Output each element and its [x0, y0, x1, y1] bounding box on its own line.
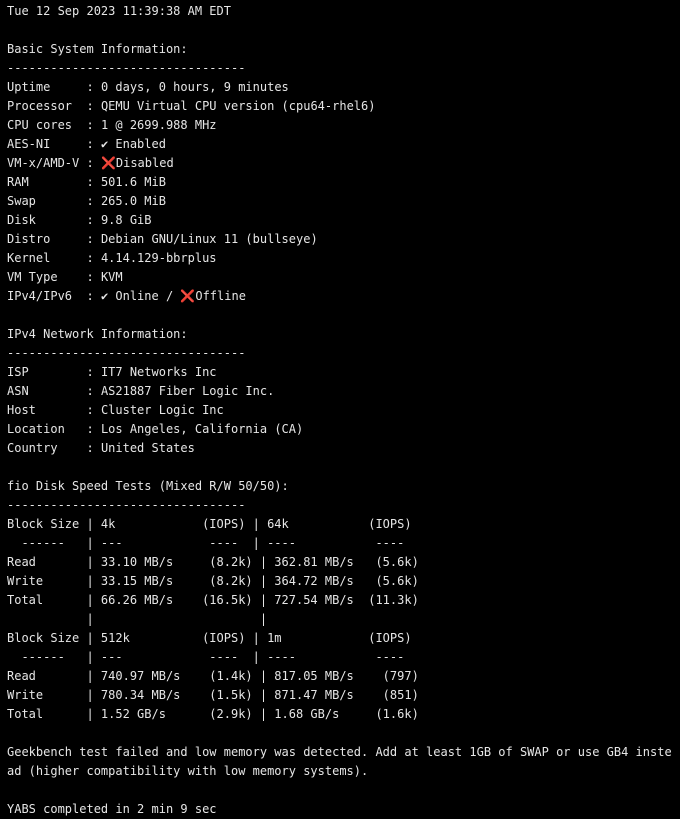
- info-row: Location : Los Angeles, California (CA): [7, 420, 680, 439]
- info-separator: :: [86, 137, 101, 151]
- info-key: Kernel: [7, 251, 87, 265]
- basic-info-title: Basic System Information:: [7, 42, 188, 56]
- basic-info-list: Uptime : 0 days, 0 hours, 9 minutes Proce…: [7, 78, 680, 306]
- info-row: ISP : IT7 Networks Inc: [7, 363, 680, 382]
- fio-table-row: Block Size | 4k (IOPS) | 64k (IOPS): [7, 517, 412, 531]
- info-value: 1 @ 2699.988 MHz: [100, 118, 217, 132]
- info-row: ASN : AS21887 Fiber Logic Inc.: [7, 382, 680, 401]
- network-info-title: IPv4 Network Information:: [7, 327, 188, 341]
- info-key: Distro: [7, 232, 87, 246]
- info-separator: :: [86, 365, 101, 379]
- fio-divider: ---------------------------------: [7, 498, 246, 512]
- info-value: ❌Disabled: [100, 156, 174, 170]
- info-value: 265.0 MiB: [100, 194, 166, 208]
- info-value: Cluster Logic Inc: [100, 403, 224, 417]
- fio-table-row: Write | 33.15 MB/s (8.2k) | 364.72 MB/s …: [7, 574, 419, 588]
- info-row: Kernel : 4.14.129-bbrplus: [7, 249, 680, 268]
- info-key: VM Type: [7, 270, 87, 284]
- fio-table-row: Read | 33.10 MB/s (8.2k) | 362.81 MB/s (…: [7, 555, 419, 569]
- fio-table-row: Total | 1.52 GB/s (2.9k) | 1.68 GB/s (1.…: [7, 707, 419, 721]
- info-separator: :: [86, 156, 101, 170]
- info-separator: :: [86, 213, 101, 227]
- fio-table-row: | |: [7, 612, 268, 626]
- info-value: 9.8 GiB: [100, 213, 152, 227]
- info-row: Disk : 9.8 GiB: [7, 211, 680, 230]
- info-key: ASN: [7, 384, 87, 398]
- info-value: AS21887 Fiber Logic Inc.: [100, 384, 275, 398]
- basic-info-divider: ---------------------------------: [7, 61, 246, 75]
- info-separator: :: [86, 384, 101, 398]
- info-key: Host: [7, 403, 87, 417]
- fio-table-row: ------ | --- ---- | ---- ----: [7, 536, 405, 550]
- geekbench-message: Geekbench test failed and low memory was…: [7, 745, 672, 778]
- info-separator: :: [86, 403, 101, 417]
- timestamp-line: Tue 12 Sep 2023 11:39:38 AM EDT: [7, 4, 231, 18]
- network-info-list: ISP : IT7 Networks Inc ASN : AS21887 Fibe…: [7, 363, 680, 458]
- info-value: ✔ Online / ❌Offline: [100, 289, 246, 303]
- network-info-divider: ---------------------------------: [7, 346, 246, 360]
- info-key: Swap: [7, 194, 87, 208]
- info-value: KVM: [100, 270, 123, 284]
- info-separator: :: [86, 194, 101, 208]
- fio-table-row: ------ | --- ---- | ---- ----: [7, 650, 405, 664]
- info-row: AES-NI : ✔ Enabled: [7, 135, 680, 154]
- info-row: IPv4/IPv6 : ✔ Online / ❌Offline: [7, 287, 680, 306]
- info-value: Los Angeles, California (CA): [100, 422, 304, 436]
- fio-table-row: Block Size | 512k (IOPS) | 1m (IOPS): [7, 631, 412, 645]
- info-value: 4.14.129-bbrplus: [100, 251, 217, 265]
- info-separator: :: [86, 441, 101, 455]
- info-value: 0 days, 0 hours, 9 minutes: [100, 80, 289, 94]
- info-value: Debian GNU/Linux 11 (bullseye): [100, 232, 318, 246]
- info-key: Location: [7, 422, 87, 436]
- info-key: Country: [7, 441, 87, 455]
- info-key: AES-NI: [7, 137, 87, 151]
- info-row: Distro : Debian GNU/Linux 11 (bullseye): [7, 230, 680, 249]
- terminal-window[interactable]: Tue 12 Sep 2023 11:39:38 AM EDT Basic Sy…: [0, 0, 680, 819]
- info-value: United States: [100, 441, 195, 455]
- fio-table-row: Read | 740.97 MB/s (1.4k) | 817.05 MB/s …: [7, 669, 419, 683]
- info-separator: :: [86, 175, 101, 189]
- info-key: Processor: [7, 99, 87, 113]
- info-separator: :: [86, 251, 101, 265]
- info-separator: :: [86, 232, 101, 246]
- fio-table-row: Total | 66.26 MB/s (16.5k) | 727.54 MB/s…: [7, 593, 419, 607]
- completion-line: YABS completed in 2 min 9 sec: [7, 802, 217, 816]
- info-key: CPU cores: [7, 118, 87, 132]
- info-separator: :: [86, 99, 101, 113]
- info-separator: :: [86, 80, 101, 94]
- fio-title: fio Disk Speed Tests (Mixed R/W 50/50):: [7, 479, 289, 493]
- info-row: VM Type : KVM: [7, 268, 680, 287]
- info-key: VM-x/AMD-V: [7, 156, 87, 170]
- fio-table-large-blocks: Block Size | 512k (IOPS) | 1m (IOPS) ---…: [7, 629, 680, 724]
- info-row: VM-x/AMD-V : ❌Disabled: [7, 154, 680, 173]
- info-key: RAM: [7, 175, 87, 189]
- info-separator: :: [86, 118, 101, 132]
- fio-table-row: Write | 780.34 MB/s (1.5k) | 871.47 MB/s…: [7, 688, 419, 702]
- info-value: QEMU Virtual CPU version (cpu64-rhel6): [100, 99, 376, 113]
- info-value: 501.6 MiB: [100, 175, 166, 189]
- info-separator: :: [86, 270, 101, 284]
- info-separator: :: [86, 422, 101, 436]
- info-value: ✔ Enabled: [100, 137, 166, 151]
- info-row: Uptime : 0 days, 0 hours, 9 minutes: [7, 78, 680, 97]
- info-key: IPv4/IPv6: [7, 289, 87, 303]
- info-separator: :: [86, 289, 101, 303]
- info-row: Country : United States: [7, 439, 680, 458]
- info-row: RAM : 501.6 MiB: [7, 173, 680, 192]
- info-value: IT7 Networks Inc: [100, 365, 217, 379]
- info-row: Host : Cluster Logic Inc: [7, 401, 680, 420]
- fio-table-small-blocks: Block Size | 4k (IOPS) | 64k (IOPS) ----…: [7, 515, 680, 629]
- info-key: Disk: [7, 213, 87, 227]
- info-row: Processor : QEMU Virtual CPU version (cp…: [7, 97, 680, 116]
- info-row: CPU cores : 1 @ 2699.988 MHz: [7, 116, 680, 135]
- info-key: Uptime: [7, 80, 87, 94]
- info-key: ISP: [7, 365, 87, 379]
- info-row: Swap : 265.0 MiB: [7, 192, 680, 211]
